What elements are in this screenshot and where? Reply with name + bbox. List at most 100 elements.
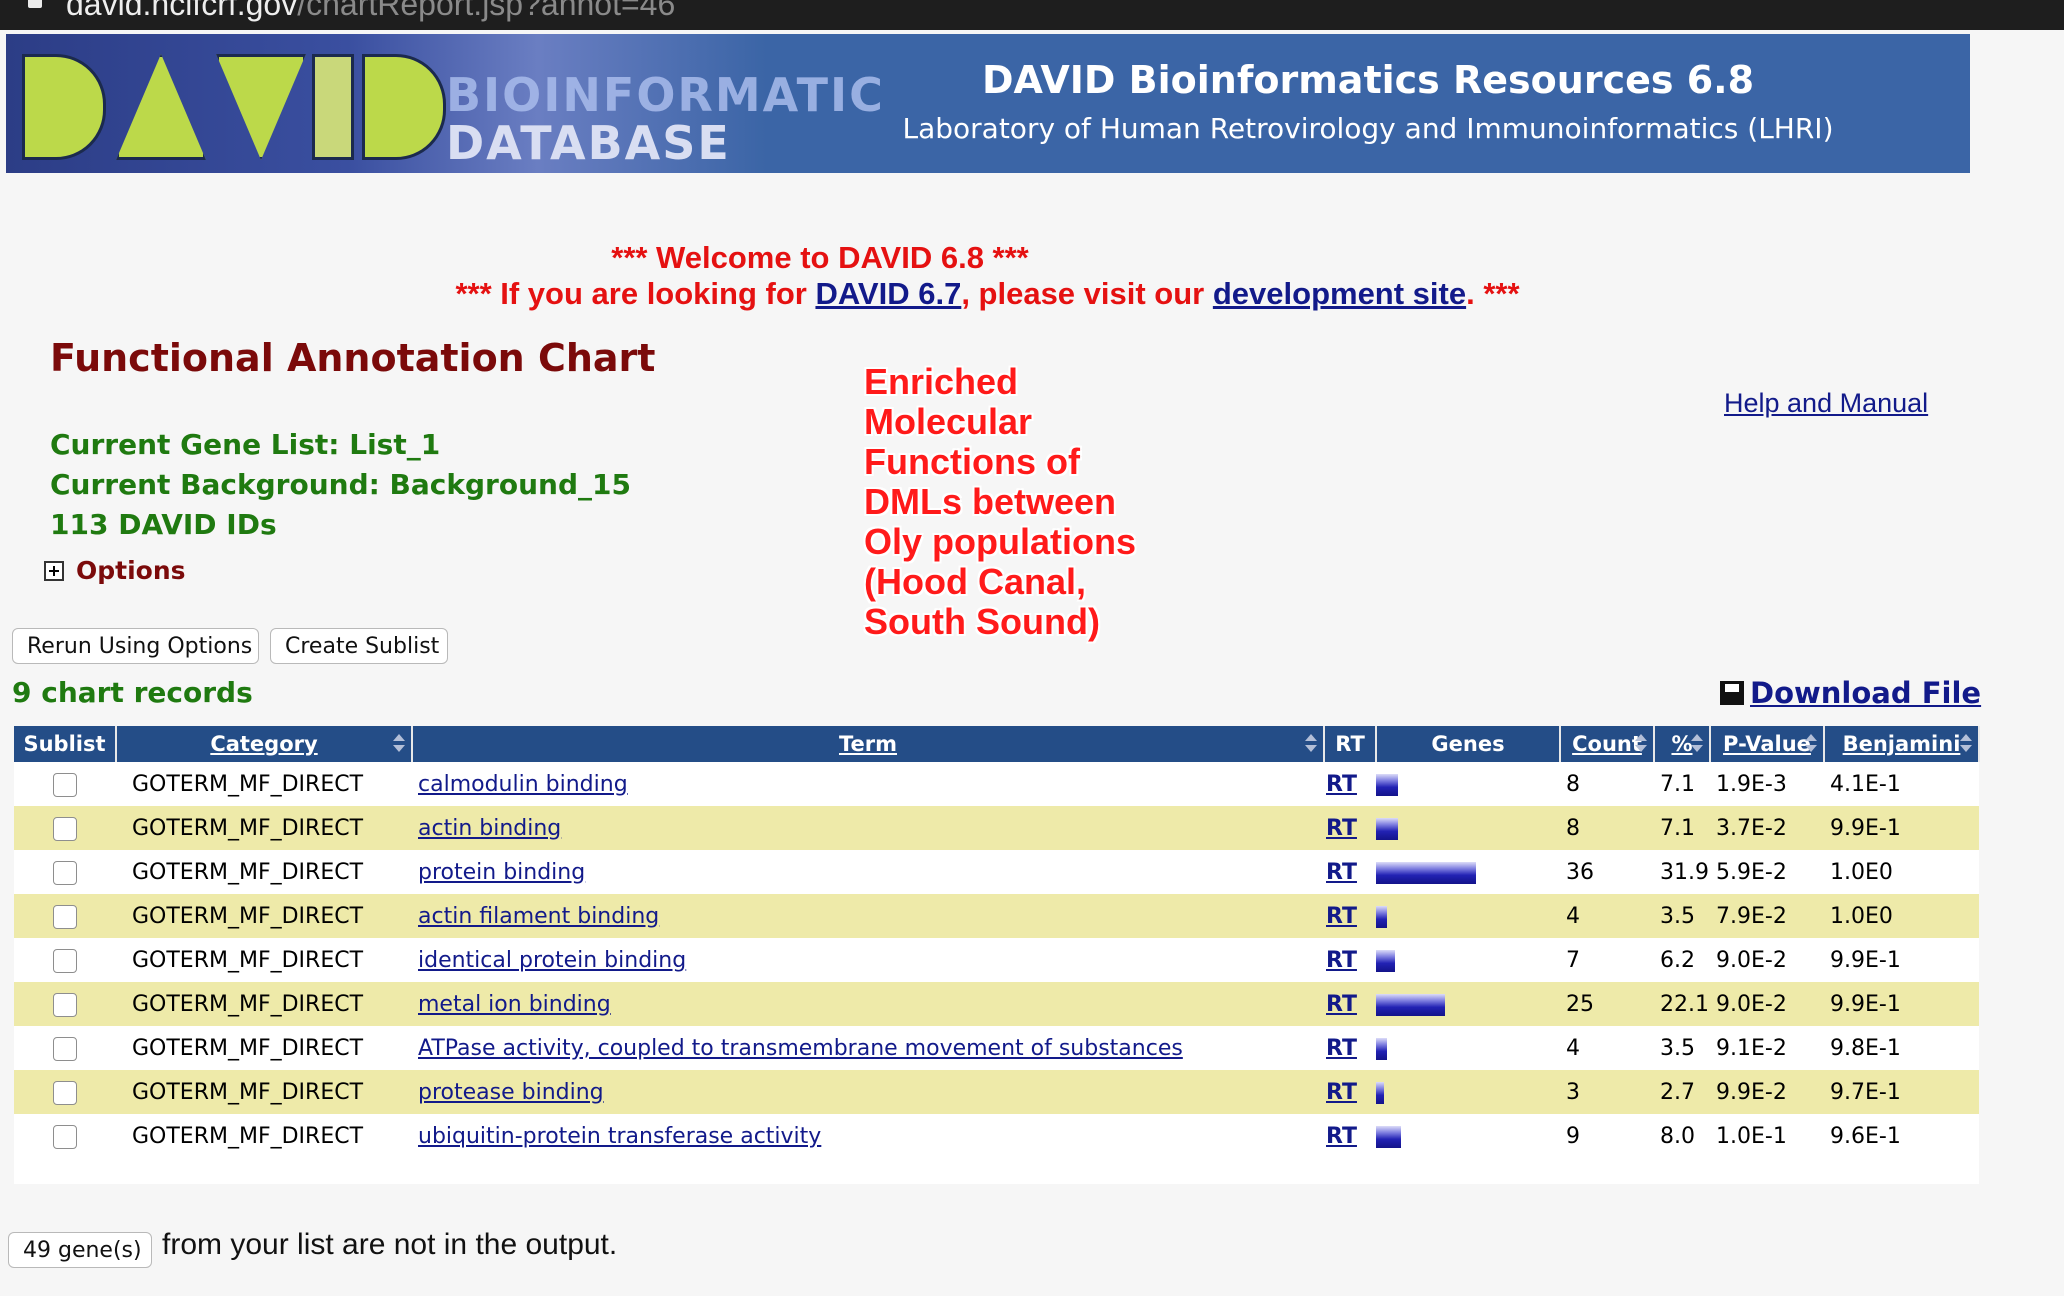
- genes-bar[interactable]: [1376, 905, 1387, 928]
- david-ids-count: 113 DAVID IDs: [50, 508, 277, 541]
- rt-cell: RT: [1324, 762, 1376, 806]
- page-title: Functional Annotation Chart: [50, 336, 656, 380]
- annotation-line: Oly populations: [864, 521, 1137, 562]
- sublist-checkbox[interactable]: [53, 1080, 77, 1105]
- rt-link[interactable]: RT: [1324, 1124, 1357, 1149]
- expand-plus-icon[interactable]: [44, 560, 64, 581]
- col-header-count[interactable]: Count: [1560, 726, 1655, 762]
- sublist-checkbox[interactable]: [53, 904, 77, 929]
- rt-link[interactable]: RT: [1324, 772, 1357, 797]
- rt-link[interactable]: RT: [1324, 904, 1357, 929]
- term-link[interactable]: ATPase activity, coupled to transmembran…: [412, 1036, 1183, 1061]
- table-header-row: Sublist Category Term RT Genes Count % P…: [14, 726, 1980, 762]
- row-checkbox-cell: [14, 762, 116, 806]
- category-cell: GOTERM_MF_DIRECT: [116, 806, 412, 850]
- category-header-label: Category: [210, 732, 318, 756]
- col-header-percent[interactable]: %: [1654, 726, 1711, 762]
- term-link[interactable]: ubiquitin-protein transferase activity: [412, 1124, 821, 1149]
- term-link[interactable]: calmodulin binding: [412, 772, 628, 797]
- col-header-benjamini[interactable]: Benjamini: [1824, 726, 1980, 762]
- help-and-manual-link[interactable]: Help and Manual: [1724, 388, 1928, 419]
- david-logo[interactable]: BIOINFORMATIC DATABASE: [6, 34, 883, 173]
- row-checkbox-cell: [14, 982, 116, 1026]
- david-67-link[interactable]: DAVID 6.7: [815, 276, 961, 311]
- sublist-checkbox[interactable]: [53, 860, 77, 885]
- rt-link[interactable]: RT: [1324, 992, 1357, 1017]
- col-header-pvalue[interactable]: P-Value: [1710, 726, 1825, 762]
- category-cell: GOTERM_MF_DIRECT: [116, 894, 412, 938]
- options-label: Options: [76, 556, 186, 585]
- genes-bar[interactable]: [1376, 949, 1395, 972]
- genes-cell: [1376, 1026, 1560, 1070]
- col-header-category[interactable]: Category: [116, 726, 413, 762]
- annotation-line: Molecular: [864, 401, 1033, 442]
- genes-bar[interactable]: [1376, 817, 1398, 840]
- sublist-checkbox[interactable]: [53, 772, 77, 797]
- rt-link[interactable]: RT: [1324, 1036, 1357, 1061]
- rt-link[interactable]: RT: [1324, 816, 1357, 841]
- col-header-genes: Genes: [1376, 726, 1561, 762]
- percent-cell: 7.1: [1660, 771, 1695, 797]
- rt-link[interactable]: RT: [1324, 860, 1357, 885]
- row-checkbox-cell: [14, 1026, 116, 1070]
- genes-cell: [1376, 762, 1560, 806]
- term-link[interactable]: actin binding: [412, 816, 561, 841]
- url-text[interactable]: david.ncifcrf.gov/chartReport.jsp?annot=…: [66, 0, 675, 23]
- row-checkbox-cell: [14, 1070, 116, 1114]
- annotation-chart-table: Sublist Category Term RT Genes Count % P…: [14, 726, 1980, 1184]
- col-header-term[interactable]: Term: [412, 726, 1325, 762]
- term-cell: metal ion binding: [412, 982, 1324, 1026]
- rt-cell: RT: [1324, 1070, 1376, 1114]
- header-banner: BIOINFORMATIC DATABASE DAVID Bioinformat…: [6, 34, 1970, 173]
- term-link[interactable]: protease binding: [412, 1080, 604, 1105]
- sublist-checkbox[interactable]: [53, 816, 77, 841]
- percent-cell: 31.9: [1660, 859, 1709, 885]
- rt-cell: RT: [1324, 1114, 1376, 1158]
- download-file-link[interactable]: Download File: [1720, 676, 1981, 710]
- sublist-checkbox[interactable]: [53, 992, 77, 1017]
- genes-bar[interactable]: [1376, 773, 1398, 796]
- sublist-checkbox[interactable]: [53, 1124, 77, 1149]
- category-cell: GOTERM_MF_DIRECT: [132, 859, 364, 885]
- term-link[interactable]: metal ion binding: [412, 992, 611, 1017]
- options-toggle[interactable]: Options: [44, 556, 186, 585]
- genes-cell: [1376, 938, 1560, 982]
- genes-bar[interactable]: [1376, 993, 1445, 1016]
- rt-cell: RT: [1324, 850, 1376, 894]
- table-row: GOTERM_MF_DIRECT actin filament binding RT…: [14, 894, 1979, 938]
- sublist-checkbox[interactable]: [53, 1036, 77, 1061]
- row-checkbox-cell: [14, 850, 116, 894]
- logo-letter-v-shape: [216, 54, 306, 160]
- banner-title: DAVID Bioinformatics Resources 6.8: [981, 58, 1755, 102]
- genes-bar[interactable]: [1376, 1037, 1387, 1060]
- percent-cell: 22.1: [1654, 982, 1710, 1026]
- chart-records-count: 9 chart records: [12, 676, 253, 709]
- genes-cell: [1376, 1114, 1560, 1158]
- term-link[interactable]: actin filament binding: [412, 904, 659, 929]
- rerun-using-options-button[interactable]: Rerun Using Options: [12, 628, 259, 664]
- development-site-link[interactable]: development site: [1213, 276, 1466, 311]
- row-checkbox-cell: [14, 1114, 116, 1158]
- annotation-line: (Hood Canal,: [864, 561, 1086, 602]
- term-cell: actin binding: [412, 806, 1324, 850]
- term-link[interactable]: protein binding: [412, 860, 585, 885]
- row-checkbox-cell: [14, 894, 116, 938]
- term-link[interactable]: identical protein binding: [412, 948, 686, 973]
- genes-bar[interactable]: [1376, 1125, 1401, 1148]
- term-cell: protease binding: [412, 1070, 1324, 1114]
- table-row: GOTERM_MF_DIRECT actin binding RT 8 7.1 3.7E-…: [14, 806, 1979, 850]
- benjamini-cell: 9.9E-1: [1830, 947, 1901, 973]
- sublist-checkbox[interactable]: [53, 948, 77, 973]
- rt-link[interactable]: RT: [1324, 948, 1357, 973]
- genes-not-in-output-button[interactable]: 49 gene(s): [8, 1232, 152, 1268]
- genes-bar[interactable]: [1376, 1081, 1384, 1104]
- count-cell: 7: [1566, 947, 1580, 973]
- create-sublist-button[interactable]: Create Sublist: [270, 628, 448, 664]
- pvalue-cell: 1.9E-3: [1716, 771, 1787, 797]
- logo-letter-d2-shape: [362, 54, 446, 160]
- genes-cell: [1376, 850, 1560, 894]
- rt-link[interactable]: RT: [1324, 1080, 1357, 1105]
- genes-cell: [1376, 806, 1560, 850]
- genes-bar[interactable]: [1376, 861, 1476, 884]
- browser-url-bar[interactable]: david.ncifcrf.gov/chartReport.jsp?annot=…: [0, 0, 2064, 30]
